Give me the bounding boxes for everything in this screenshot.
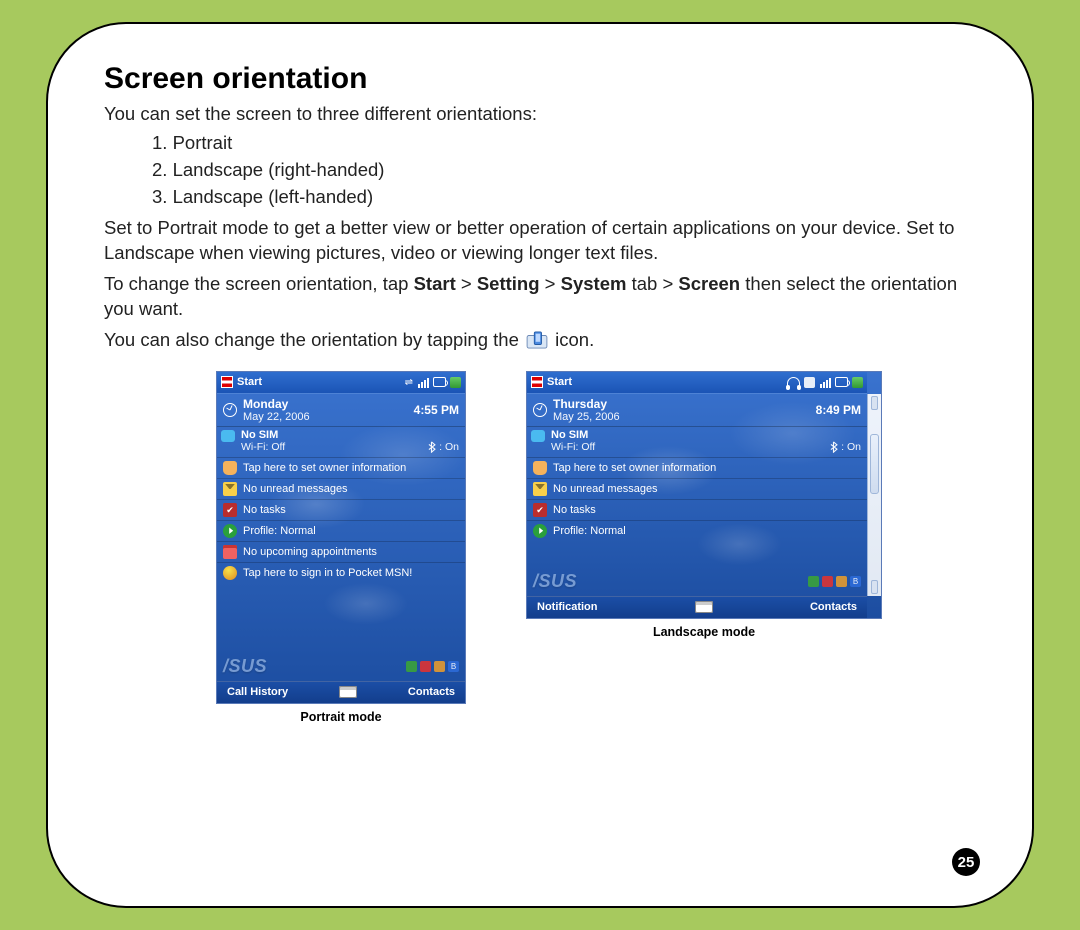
tray-bluetooth-icon: B	[850, 576, 861, 587]
caption-landscape: Landscape mode	[653, 625, 755, 639]
tray-mini-icon	[420, 661, 431, 672]
paragraph-navpath: To change the screen orientation, tap St…	[104, 272, 976, 322]
profile-icon	[533, 524, 547, 538]
tray-mini-icon	[836, 576, 847, 587]
clock-icon	[533, 403, 547, 417]
softkey-right: Contacts	[408, 686, 455, 698]
battery-icon	[852, 377, 863, 388]
softkey-right: Contacts	[810, 601, 857, 613]
speaker-icon	[835, 377, 848, 387]
asus-logo: /SUS	[223, 656, 267, 677]
owner-icon	[223, 461, 237, 475]
status-icon: ⇌	[405, 377, 413, 388]
softkey-left: Notification	[537, 601, 598, 613]
tasks-icon	[223, 503, 237, 517]
tasks-icon	[533, 503, 547, 517]
connectivity-row: No SIM Wi-Fi: Off : On	[527, 427, 867, 458]
brand-bar: /SUS B	[527, 567, 867, 596]
owner-icon	[533, 461, 547, 475]
screenshot-portrait: Start ⇌ Monday May 22, 2006 4:55 PM	[216, 371, 466, 704]
today-item-msn: Tap here to sign in to Pocket MSN!	[217, 563, 465, 583]
status-icon	[804, 377, 815, 388]
today-item-messages: No unread messages	[217, 479, 465, 500]
orientation-list: 1. Portrait 2. Landscape (right-handed) …	[152, 131, 976, 210]
comm-icon	[221, 430, 235, 442]
sip-keyboard-icon	[695, 601, 713, 613]
battery-icon	[450, 377, 461, 388]
calendar-icon	[223, 545, 237, 559]
signal-icon	[417, 376, 429, 388]
scrollbar	[867, 394, 881, 596]
page-number-badge: 25	[952, 848, 980, 876]
headphone-icon	[787, 377, 800, 388]
today-item-appointments: No upcoming appointments	[217, 542, 465, 563]
rotate-device-icon	[526, 331, 548, 349]
clock-icon	[223, 403, 237, 417]
bluetooth-icon	[427, 441, 436, 453]
speaker-icon	[433, 377, 446, 387]
mail-icon	[223, 482, 237, 496]
paragraph-icon-tip: You can also change the orientation by t…	[104, 328, 976, 353]
manual-page: Screen orientation You can set the scree…	[46, 22, 1034, 908]
today-item-owner: Tap here to set owner information	[217, 458, 465, 479]
date-time-row: Thursday May 25, 2006 8:49 PM	[527, 394, 867, 427]
taskbar: Start ⇌	[217, 372, 465, 394]
clock-time: 4:55 PM	[414, 403, 459, 417]
tray-mini-icon	[406, 661, 417, 672]
tray-mini-icon	[434, 661, 445, 672]
today-item-profile: Profile: Normal	[217, 521, 465, 542]
tray-mini-icon	[822, 576, 833, 587]
paragraph-usage: Set to Portrait mode to get a better vie…	[104, 216, 976, 266]
profile-icon	[223, 524, 237, 538]
mail-icon	[533, 482, 547, 496]
today-item-owner: Tap here to set owner information	[527, 458, 867, 479]
tray-bluetooth-icon: B	[448, 661, 459, 672]
today-item-tasks: No tasks	[217, 500, 465, 521]
caption-portrait: Portrait mode	[300, 710, 381, 724]
page-title: Screen orientation	[104, 62, 976, 96]
asus-logo: /SUS	[533, 571, 577, 592]
today-item-tasks: No tasks	[527, 500, 867, 521]
date-time-row: Monday May 22, 2006 4:55 PM	[217, 394, 465, 427]
tray-mini-icon	[808, 576, 819, 587]
bluetooth-icon	[829, 441, 838, 453]
windows-flag-icon	[221, 376, 233, 388]
sip-keyboard-icon	[339, 686, 357, 698]
today-item-messages: No unread messages	[527, 479, 867, 500]
today-item-profile: Profile: Normal	[527, 521, 867, 541]
softkey-left: Call History	[227, 686, 288, 698]
taskbar: Start	[527, 372, 867, 394]
softkey-bar: Call History Contacts	[217, 681, 465, 703]
list-item: 3. Landscape (left-handed)	[152, 186, 373, 207]
windows-flag-icon	[531, 376, 543, 388]
comm-icon	[531, 430, 545, 442]
list-item: 2. Landscape (right-handed)	[152, 159, 384, 180]
softkey-bar: Notification Contacts	[527, 596, 867, 618]
start-label: Start	[547, 376, 572, 388]
list-item: 1. Portrait	[152, 132, 232, 153]
connectivity-row: No SIM Wi-Fi: Off : On	[217, 427, 465, 458]
signal-icon	[819, 376, 831, 388]
start-label: Start	[237, 376, 262, 388]
brand-bar: /SUS B	[217, 652, 465, 681]
intro-text: You can set the screen to three differen…	[104, 102, 976, 127]
msn-icon	[223, 566, 237, 580]
clock-time: 8:49 PM	[816, 403, 861, 417]
screenshot-landscape: Start Thursday May 25, 2006	[526, 371, 882, 619]
